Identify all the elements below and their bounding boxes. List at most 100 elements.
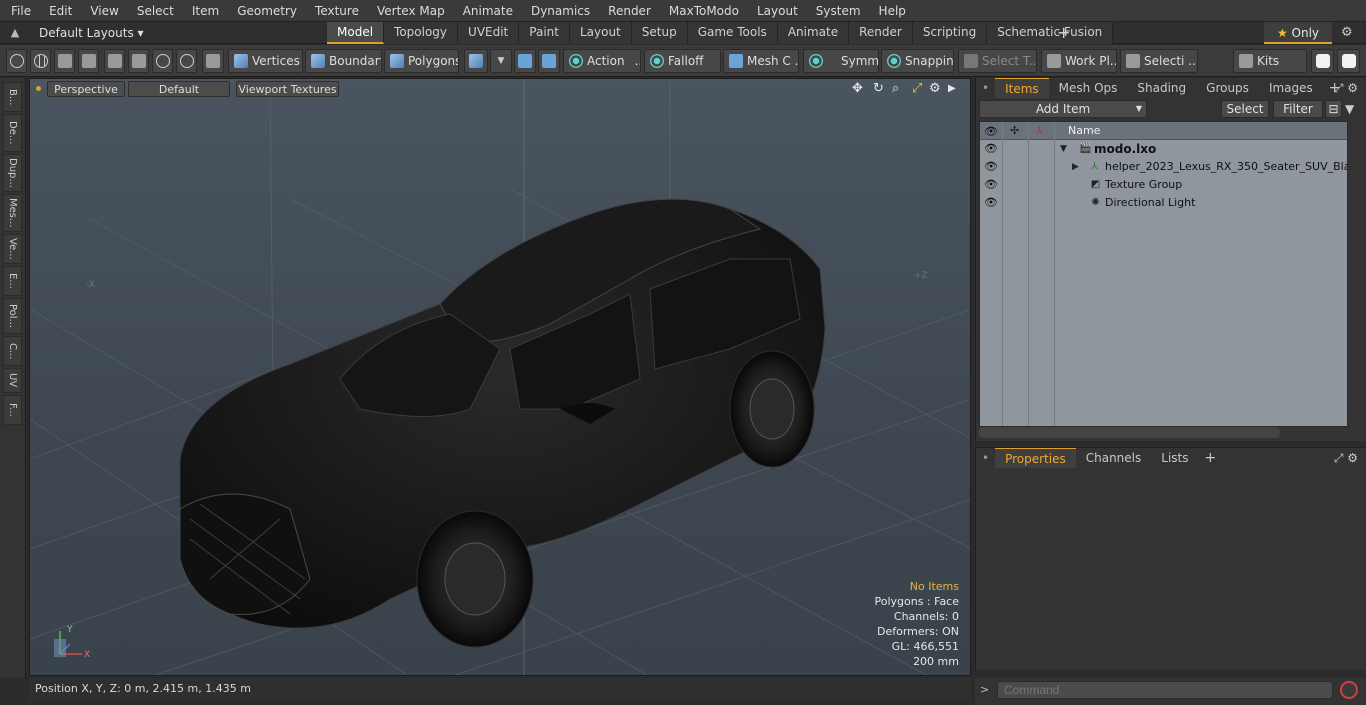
material-button[interactable] xyxy=(464,49,488,73)
menu-file[interactable]: File xyxy=(0,0,40,22)
collapse-icon[interactable]: ⊟ xyxy=(1325,100,1342,118)
orbit-icon[interactable]: ↻ xyxy=(873,81,884,96)
command-history-icon[interactable]: > xyxy=(980,683,989,696)
mesh-constraints-button[interactable]: Mesh C ... xyxy=(723,49,799,73)
work-plane-button[interactable]: Work Pl... xyxy=(1041,49,1117,73)
eye-icon[interactable]: 👁 xyxy=(984,179,998,191)
select-mode-button[interactable] xyxy=(6,49,27,73)
filter-button[interactable]: Filter xyxy=(1273,100,1323,118)
select-through-button[interactable]: Select T... xyxy=(958,49,1037,73)
tab-shading[interactable]: Shading xyxy=(1127,78,1196,98)
menu-geometry[interactable]: Geometry xyxy=(228,0,306,22)
menu-help[interactable]: Help xyxy=(870,0,915,22)
action-button[interactable]: Action... xyxy=(563,49,641,73)
left-tab-4[interactable]: Ve... xyxy=(3,234,22,264)
collapse-triangle-icon[interactable]: ▶ xyxy=(1072,158,1079,176)
left-tab-7[interactable]: C... xyxy=(3,336,22,366)
fit-icon[interactable]: ⤢ xyxy=(912,81,922,96)
view-mode-dropdown[interactable]: Perspective xyxy=(47,81,125,97)
items-horizontal-scrollbar[interactable] xyxy=(979,427,1280,438)
symmetry-b-button[interactable] xyxy=(538,49,560,73)
symmetry-button[interactable]: Symm ... xyxy=(803,49,879,73)
tab-render[interactable]: Render xyxy=(849,22,913,44)
left-tab-6[interactable]: Pol... xyxy=(3,298,22,334)
panel-dot-icon[interactable]: • xyxy=(976,78,995,98)
left-tab-3[interactable]: Mes... xyxy=(3,194,22,232)
viewport-menu-dot[interactable] xyxy=(36,86,41,91)
add-item-button[interactable]: Add Item ▼ xyxy=(979,100,1147,118)
eye-icon[interactable]: 👁 xyxy=(984,143,998,155)
selection-sets-button[interactable]: Selecti ... xyxy=(1120,49,1198,73)
pen-button[interactable] xyxy=(54,49,75,73)
vertices-button[interactable]: Vertices xyxy=(228,49,303,73)
menu-dynamics[interactable]: Dynamics xyxy=(522,0,599,22)
tab-paint[interactable]: Paint xyxy=(519,22,570,44)
snapping-button[interactable]: Snapping xyxy=(881,49,954,73)
symmetry-a-button[interactable] xyxy=(514,49,536,73)
tab-game-tools[interactable]: Game Tools xyxy=(687,22,778,44)
menu-layout[interactable]: Layout xyxy=(748,0,807,22)
left-tab-9[interactable]: F... xyxy=(3,395,22,425)
tab-scripting[interactable]: Scripting xyxy=(912,22,988,44)
add-panel-tab-icon[interactable]: + xyxy=(1199,448,1223,468)
center-button[interactable] xyxy=(128,49,149,73)
menu-render[interactable]: Render xyxy=(599,0,660,22)
rotate-button[interactable] xyxy=(176,49,197,73)
record-macro-icon[interactable] xyxy=(1340,681,1358,699)
only-toggle[interactable]: ★ Only xyxy=(1264,22,1332,44)
tab-images[interactable]: Images xyxy=(1259,78,1323,98)
menu-texture[interactable]: Texture xyxy=(306,0,368,22)
polygons-button[interactable]: Polygons xyxy=(384,49,459,73)
panel-dot-icon[interactable]: • xyxy=(976,448,995,468)
select-button[interactable]: Select xyxy=(1221,100,1269,118)
list-item-directional-light[interactable]: 👁 ✺ Directional Light xyxy=(980,194,1347,212)
transform-button[interactable] xyxy=(104,49,125,73)
list-item-helper[interactable]: 👁 ▶ ⅄ helper_2023_Lexus_RX_350_Seater_SU… xyxy=(980,158,1347,176)
viewport-textures-dropdown[interactable]: Viewport Textures xyxy=(236,81,339,97)
menu-maxtomodo[interactable]: MaxToModo xyxy=(660,0,748,22)
panel-expand-gear-icon[interactable]: ⤢ ⚙ xyxy=(1334,81,1358,96)
tab-schematic-fusion[interactable]: Schematic Fusion xyxy=(987,22,1114,44)
tab-mesh-ops[interactable]: Mesh Ops xyxy=(1049,78,1128,98)
tab-properties[interactable]: Properties xyxy=(995,448,1076,468)
kits-button[interactable]: Kits xyxy=(1233,49,1307,73)
menu-system[interactable]: System xyxy=(807,0,870,22)
left-tab-5[interactable]: E... xyxy=(3,266,22,296)
unreal-button[interactable] xyxy=(1337,49,1360,73)
menu-vertex-map[interactable]: Vertex Map xyxy=(368,0,454,22)
shading-dropdown[interactable]: Default xyxy=(128,81,230,97)
tab-lists[interactable]: Lists xyxy=(1151,448,1198,468)
menu-edit[interactable]: Edit xyxy=(40,0,81,22)
pan-icon[interactable]: ✥ xyxy=(852,81,863,96)
item-mode-button[interactable] xyxy=(202,49,224,73)
tab-items[interactable]: Items xyxy=(995,78,1049,98)
list-item-texture-group[interactable]: 👁 ◩ Texture Group xyxy=(980,176,1347,194)
tab-channels[interactable]: Channels xyxy=(1076,448,1152,468)
menu-view[interactable]: View xyxy=(81,0,127,22)
globe-button[interactable] xyxy=(30,49,51,73)
boundary-button[interactable]: Boundary xyxy=(305,49,382,73)
3d-viewport[interactable]: Perspective Default Viewport Textures ✥ … xyxy=(29,78,971,676)
eye-icon[interactable]: 👁 xyxy=(984,161,998,173)
left-tab-2[interactable]: Dup... xyxy=(3,154,22,192)
zoom-icon[interactable]: ⌕ xyxy=(892,81,899,96)
left-tab-8[interactable]: UV xyxy=(3,368,22,393)
default-layouts-dropdown[interactable]: Default Layouts ▾ xyxy=(39,22,144,44)
layout-arrow-icon[interactable]: ▲ xyxy=(8,26,22,40)
list-item-modo-lxo[interactable]: 👁 ▼ 🎬 modo.lxo xyxy=(980,140,1347,158)
material-dropdown[interactable]: ▼ xyxy=(490,49,512,73)
panel-expand-gear-icon[interactable]: ⤢ ⚙ xyxy=(1334,451,1358,466)
expand-triangle-icon[interactable]: ▼ xyxy=(1060,140,1067,158)
falloff-button[interactable]: Falloff xyxy=(644,49,721,73)
menu-animate[interactable]: Animate xyxy=(454,0,522,22)
left-tab-1[interactable]: De... xyxy=(3,114,22,152)
brush-button[interactable] xyxy=(78,49,99,73)
tab-animate[interactable]: Animate xyxy=(777,22,850,44)
left-tab-0[interactable]: B... xyxy=(3,82,22,112)
funnel-icon[interactable]: ▼ xyxy=(1345,102,1354,116)
expand-arrow-icon[interactable]: ▶ xyxy=(948,83,956,94)
pivot-button[interactable] xyxy=(152,49,173,73)
menu-select[interactable]: Select xyxy=(128,0,183,22)
tab-model[interactable]: Model xyxy=(327,22,385,44)
tab-groups[interactable]: Groups xyxy=(1196,78,1259,98)
